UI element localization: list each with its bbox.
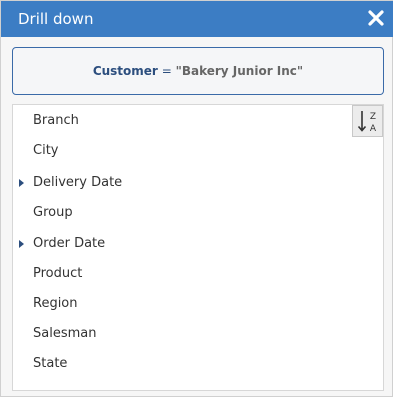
list-item-label: Product bbox=[33, 266, 83, 281]
list-item-label: Group bbox=[33, 205, 73, 220]
dialog-title: Drill down bbox=[18, 10, 94, 28]
dialog-titlebar: Drill down bbox=[1, 1, 393, 37]
drill-down-dialog: Drill down Customer = "Bakery Junior Inc… bbox=[0, 0, 393, 397]
list-item-label: Order Date bbox=[33, 236, 106, 251]
close-button[interactable] bbox=[366, 8, 386, 28]
list-item[interactable]: Delivery Date bbox=[13, 168, 353, 198]
list-item[interactable]: Branch bbox=[13, 106, 353, 136]
sort-z-a-icon: Z A bbox=[357, 111, 377, 134]
filter-summary: Customer = "Bakery Junior Inc" bbox=[12, 47, 384, 95]
list-item[interactable]: Product bbox=[13, 259, 353, 289]
list-item-label: City bbox=[33, 143, 59, 158]
list-item[interactable]: Salesman bbox=[13, 319, 353, 349]
list-item-label: Delivery Date bbox=[33, 175, 123, 190]
close-icon bbox=[368, 10, 384, 26]
sort-top-letter: Z bbox=[370, 112, 376, 122]
field-list: Z A Branch City Delivery Date Group Order Da… bbox=[12, 104, 384, 391]
filter-operator: = bbox=[161, 64, 172, 78]
list-item[interactable]: Region bbox=[13, 289, 353, 319]
list-item-label: State bbox=[33, 356, 68, 371]
list-item-label: Branch bbox=[33, 113, 79, 128]
list-item-label: Salesman bbox=[33, 326, 97, 341]
expand-arrow-icon[interactable] bbox=[19, 179, 24, 187]
expand-arrow-icon[interactable] bbox=[19, 240, 24, 248]
list-item[interactable]: City bbox=[13, 136, 353, 166]
filter-value: "Bakery Junior Inc" bbox=[175, 64, 304, 78]
list-item[interactable]: Group bbox=[13, 198, 353, 228]
list-item-label: Region bbox=[33, 296, 78, 311]
sort-button[interactable]: Z A bbox=[352, 105, 383, 137]
list-item[interactable]: Order Date bbox=[13, 229, 353, 259]
list-item[interactable]: State bbox=[13, 349, 353, 379]
sort-bottom-letter: A bbox=[370, 124, 377, 134]
filter-field: Customer bbox=[92, 64, 158, 78]
